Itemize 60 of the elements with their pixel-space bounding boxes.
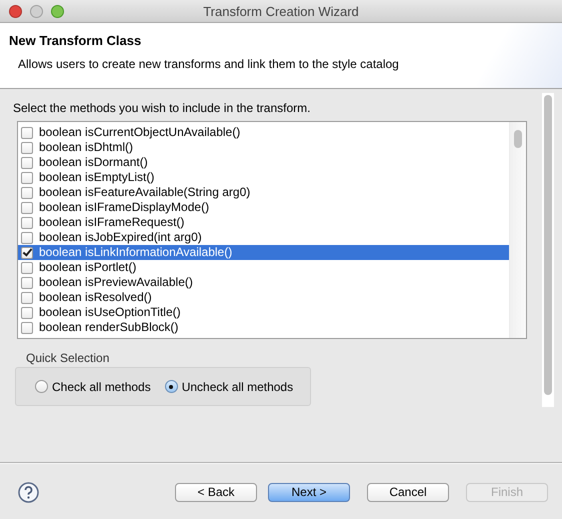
method-row[interactable]: boolean isDormant() — [18, 155, 509, 170]
checkbox[interactable] — [21, 262, 33, 274]
method-label: boolean isUseOptionTitle() — [39, 305, 181, 320]
method-row[interactable]: boolean renderSubBlock() — [18, 320, 509, 335]
method-label: boolean isCurrentObjectUnAvailable() — [39, 125, 240, 140]
checkbox[interactable] — [21, 292, 33, 304]
method-label: boolean renderSubBlock() — [39, 320, 178, 335]
method-row[interactable]: boolean isLinkInformationAvailable() — [18, 245, 509, 260]
checkbox[interactable] — [21, 246, 33, 258]
checkbox[interactable] — [21, 172, 33, 184]
method-row[interactable]: boolean isCurrentObjectUnAvailable() — [18, 125, 509, 140]
method-row[interactable]: boolean isPortlet() — [18, 260, 509, 275]
method-row[interactable]: boolean isEmptyList() — [18, 170, 509, 185]
checkbox[interactable] — [21, 322, 33, 334]
close-icon[interactable] — [9, 5, 22, 18]
group-label: Quick Selection — [26, 351, 110, 365]
method-label: boolean isIFrameRequest() — [39, 215, 184, 230]
scrollbar[interactable] — [509, 122, 526, 338]
method-label: boolean isIFrameDisplayMode() — [39, 200, 210, 215]
minimize-icon[interactable] — [30, 5, 43, 18]
page-description: Allows users to create new transforms and link them to the style catalog — [18, 57, 399, 71]
checkbox[interactable] — [21, 186, 33, 198]
method-row[interactable]: boolean isIFrameDisplayMode() — [18, 200, 509, 215]
radio-option[interactable]: Check all methods — [35, 380, 151, 394]
wizard-button[interactable]: Cancel — [367, 482, 449, 502]
checkbox[interactable] — [21, 306, 33, 318]
radio-button[interactable] — [35, 380, 48, 393]
checkbox[interactable] — [21, 126, 33, 138]
window-title: Transform Creation Wizard — [203, 4, 359, 18]
checkbox[interactable] — [21, 202, 33, 214]
method-label: boolean isResolved() — [39, 290, 152, 305]
method-label: boolean isDhtml() — [39, 140, 134, 155]
instruction-text: Select the methods you wish to include in the transform. — [13, 101, 310, 115]
radio-option[interactable]: Uncheck all methods — [164, 380, 294, 394]
method-row[interactable]: boolean isDhtml() — [18, 140, 509, 155]
method-label: boolean isFeatureAvailable(String arg0) — [39, 185, 250, 200]
wizard-button[interactable]: < Back — [175, 482, 257, 502]
method-row[interactable]: boolean isUseOptionTitle() — [18, 305, 509, 320]
wizard-button[interactable]: Next > — [268, 482, 350, 502]
method-label: boolean isLinkInformationAvailable() — [39, 245, 232, 260]
help-icon[interactable] — [18, 482, 39, 502]
method-label: boolean isDormant() — [39, 155, 148, 170]
method-label: boolean isJobExpired(int arg0) — [39, 230, 202, 245]
radio-button[interactable] — [164, 380, 178, 393]
checkbox[interactable] — [21, 216, 33, 228]
page-title: New Transform Class — [9, 33, 142, 48]
method-label: boolean isEmptyList() — [39, 170, 154, 185]
checkbox[interactable] — [21, 276, 33, 288]
method-row[interactable]: boolean isJobExpired(int arg0) — [18, 230, 509, 245]
method-row[interactable]: boolean isPreviewAvailable() — [18, 275, 509, 290]
method-label: boolean isPortlet() — [39, 260, 136, 275]
method-row[interactable]: boolean isIFrameRequest() — [18, 215, 509, 230]
checkbox[interactable] — [21, 142, 33, 154]
zoom-icon[interactable] — [51, 5, 64, 18]
checkbox[interactable] — [21, 232, 33, 244]
method-row[interactable]: boolean isResolved() — [18, 290, 509, 305]
method-label: boolean isPreviewAvailable() — [39, 275, 193, 290]
scrollbar[interactable] — [542, 93, 554, 407]
method-row[interactable]: boolean isFeatureAvailable(String arg0) — [18, 185, 509, 200]
checkbox[interactable] — [21, 156, 33, 168]
